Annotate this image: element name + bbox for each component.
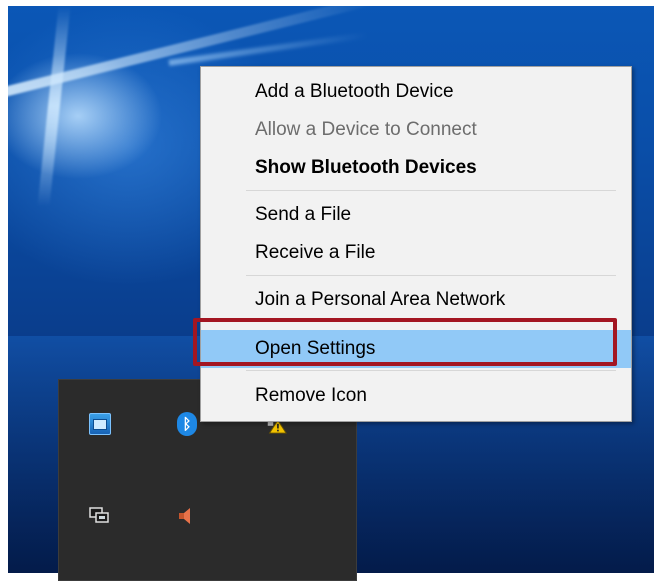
menu-separator [246, 275, 616, 276]
menu-item-send-file[interactable]: Send a File [201, 196, 631, 234]
menu-item-allow-device-to-connect: Allow a Device to Connect [255, 119, 477, 140]
bluetooth-icon[interactable]: ᛒ [177, 412, 197, 436]
menu-item-add-bluetooth-device[interactable]: Add a Bluetooth Device [201, 73, 631, 111]
menu-item-join-personal-area-network[interactable]: Join a Personal Area Network [201, 281, 631, 319]
menu-item-receive-file[interactable]: Receive a File [201, 234, 631, 272]
menu-item-show-bluetooth-devices[interactable]: Show Bluetooth Devices [201, 149, 631, 187]
speaker-icon[interactable] [176, 505, 198, 527]
menu-separator [246, 190, 616, 191]
menu-item-remove-icon[interactable]: Remove Icon [201, 377, 631, 415]
open-settings-highlight-box [193, 318, 617, 366]
display-icon[interactable] [88, 505, 110, 527]
bluetooth-context-menu: Add a Bluetooth Device Allow a Device to… [200, 66, 632, 422]
menu-separator [246, 370, 616, 371]
wallpaper-light-beam [37, 6, 71, 206]
intel-graphics-icon[interactable] [89, 413, 111, 435]
